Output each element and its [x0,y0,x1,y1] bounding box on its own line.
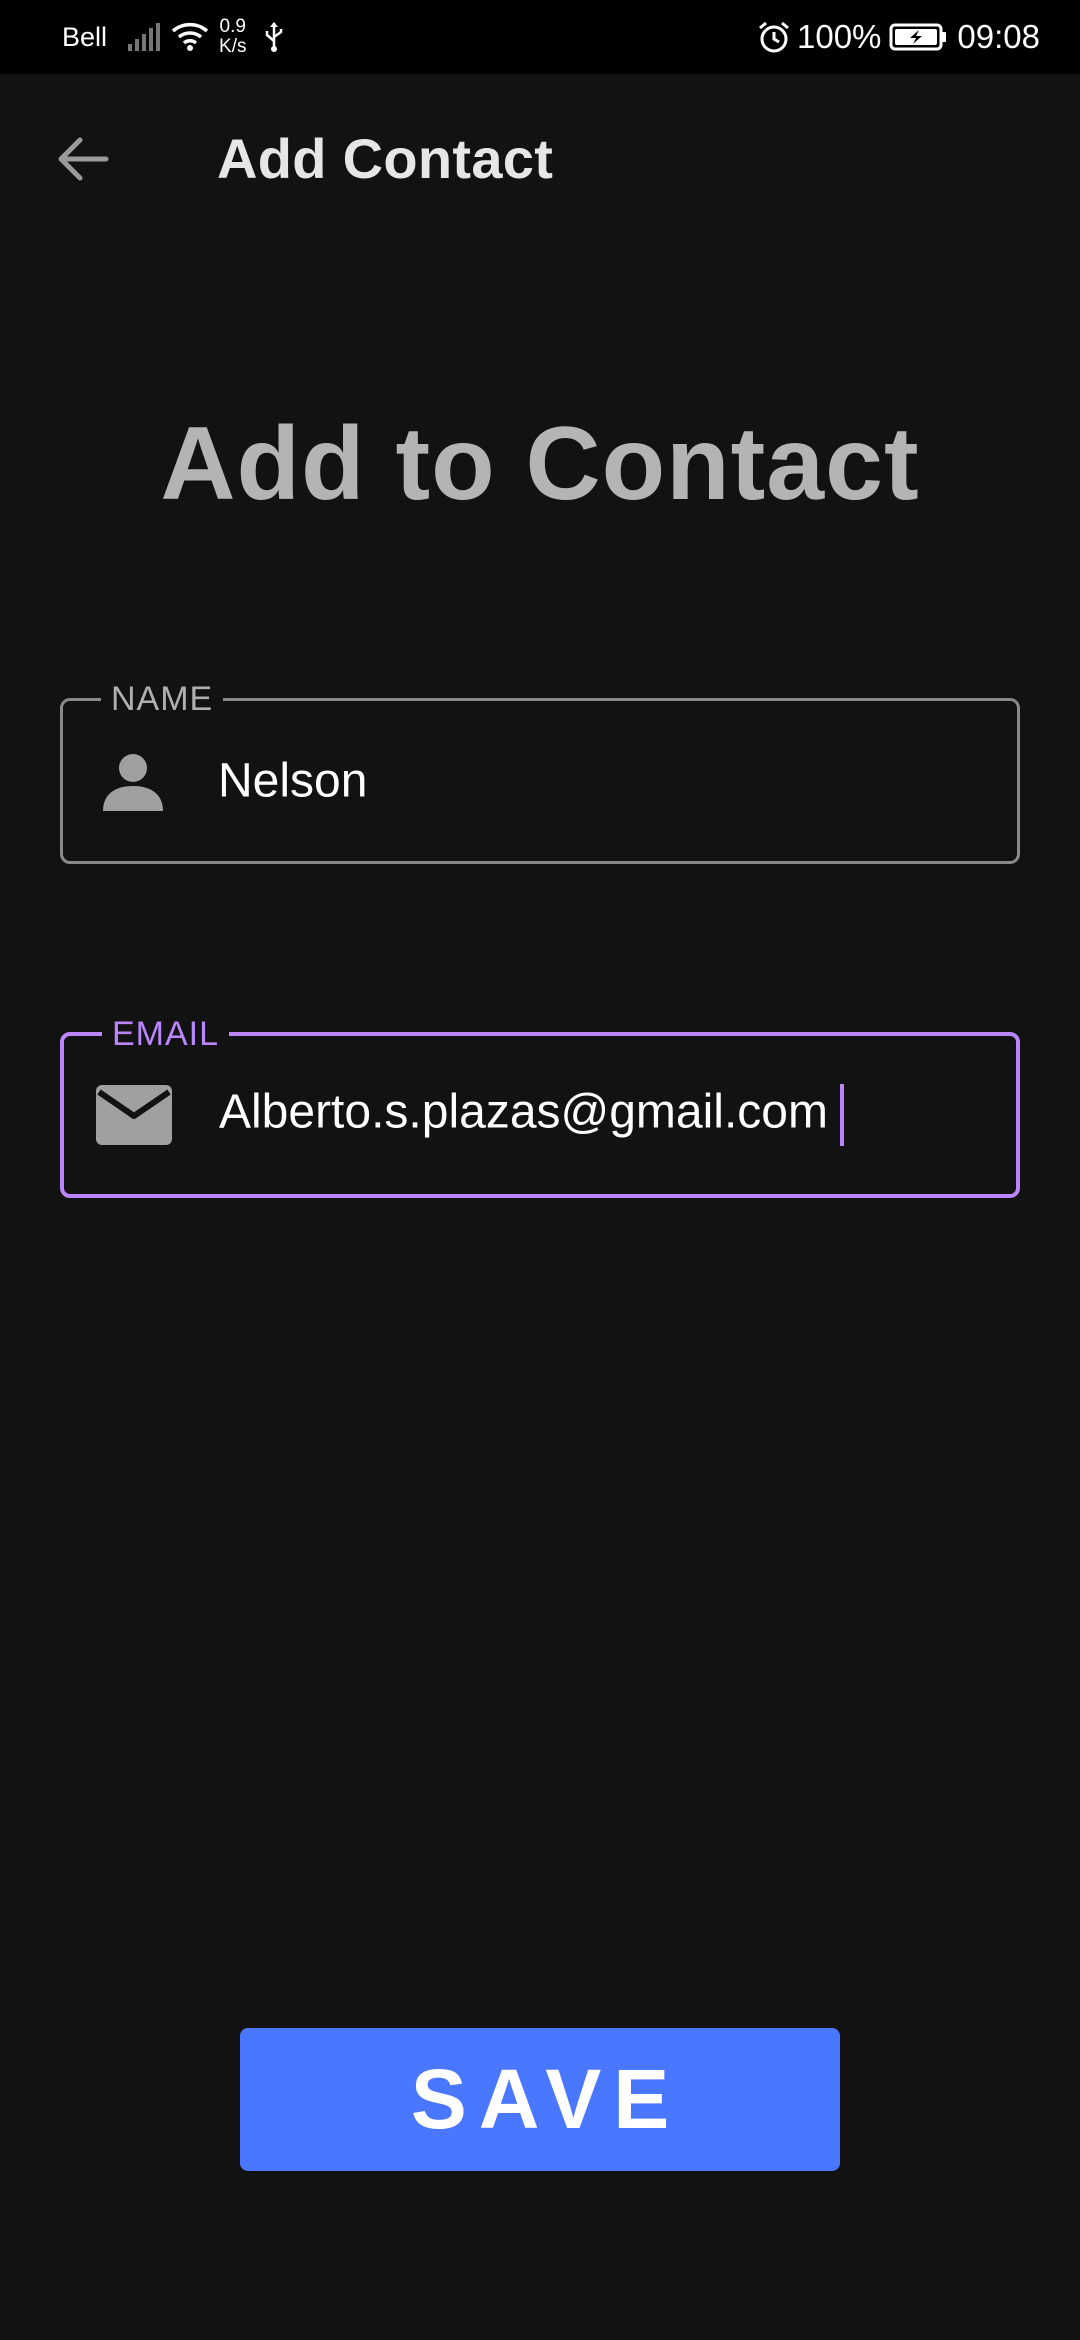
page-heading: Add to Contact [160,406,920,522]
mail-icon [94,1075,174,1155]
status-bar-left: Bell 0.9 K/s [62,17,284,57]
battery-charging-icon [889,23,947,51]
carrier-name: Bell [62,21,108,52]
person-icon [93,741,173,821]
email-field[interactable]: EMAIL Alberto.s.plazas@gmail.com [60,1012,1020,1198]
wifi-icon [171,22,209,52]
name-field-label: NAME [101,677,224,721]
alarm-icon [757,20,791,54]
text-cursor [839,1084,844,1146]
status-bar-right: 100% 09:08 [757,18,1040,56]
network-speed-unit: K/s [219,36,247,57]
network-speed-value: 0.9 [219,16,246,37]
name-field[interactable]: NAME Nelson [60,677,1020,864]
email-input-value: Alberto.s.plazas@gmail.com [219,1084,844,1146]
add-contact-screen: Bell 0.9 K/s 100% 09:08 Add Contact Add … [0,0,1080,2340]
app-bar: Add Contact [0,74,1080,248]
arrow-left-icon [56,135,110,188]
email-input-text: Alberto.s.plazas@gmail.com [219,1085,828,1139]
name-input-value: Nelson [218,754,368,808]
status-bar: Bell 0.9 K/s 100% 09:08 [0,0,1080,74]
network-speed: 0.9 K/s [219,17,246,57]
usb-icon [264,21,284,53]
battery-percent: 100% [797,18,882,55]
save-button[interactable]: SAVE [240,2028,840,2171]
back-button[interactable] [52,130,114,192]
signal-icon [127,22,163,52]
email-field-label: EMAIL [102,1012,230,1056]
app-bar-title: Add Contact [217,127,554,190]
clock: 09:08 [957,18,1040,55]
